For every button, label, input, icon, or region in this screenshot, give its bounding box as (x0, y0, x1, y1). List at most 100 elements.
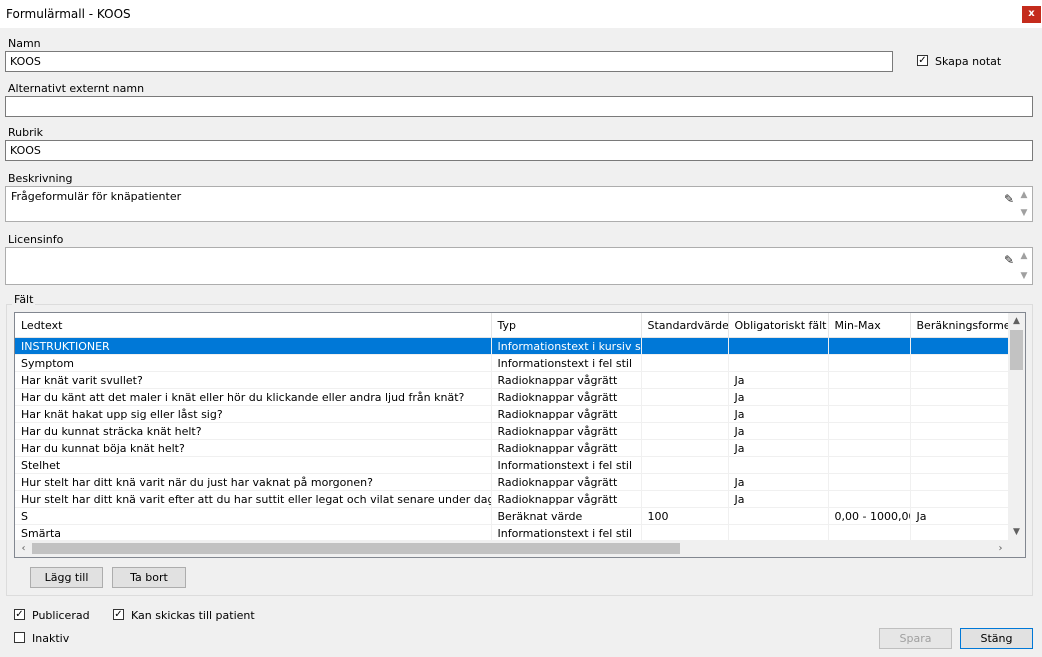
heading-label: Rubrik (8, 126, 44, 139)
cell-ledtext: Hur stelt har ditt knä varit efter att d… (15, 490, 492, 508)
cell-ledtext: Symptom (15, 354, 492, 372)
inactive-checkbox[interactable] (14, 632, 25, 643)
cell-ledtext: INSTRUKTIONER (15, 337, 492, 355)
chevron-up-icon[interactable]: ▲ (1016, 188, 1032, 202)
cell-obligatoriskt: Ja (728, 388, 829, 406)
table-row[interactable]: Har du kunnat böja knät helt? Radioknappa… (15, 439, 1010, 457)
description-scrollbar[interactable]: ▲ ▼ (1016, 187, 1032, 221)
pencil-icon[interactable]: ✎ (1004, 192, 1014, 206)
cell-berakningsformel: Ja (910, 507, 1010, 525)
cell-standardvarde (641, 456, 729, 474)
table-row[interactable]: Har du kunnat sträcka knät helt? Radiokna… (15, 422, 1010, 440)
table-row[interactable]: INSTRUKTIONER Informationstext i kursiv s… (15, 337, 1010, 355)
add-field-button[interactable]: Lägg till (30, 567, 103, 588)
column-header-standardvarde[interactable]: Standardvärde (641, 313, 729, 338)
checkmark-icon: ✓ (918, 55, 927, 66)
name-input[interactable]: KOOS (5, 51, 893, 72)
cell-typ: Informationstext i fel stil (491, 456, 642, 474)
chevron-right-icon[interactable]: › (992, 540, 1009, 557)
license-scrollbar[interactable]: ▲ ▼ (1016, 248, 1032, 284)
cell-min-max (828, 422, 911, 440)
save-button[interactable]: Spara (879, 628, 952, 649)
alt-name-input[interactable] (5, 96, 1033, 117)
create-note-checkbox[interactable]: ✓ (917, 55, 928, 66)
heading-input[interactable]: KOOS (5, 140, 1033, 161)
cell-berakningsformel (910, 439, 1010, 457)
cell-typ: Informationstext i fel stil (491, 354, 642, 372)
close-window-button[interactable]: x (1022, 6, 1041, 23)
scrollbar-thumb[interactable] (1010, 330, 1023, 370)
cell-typ: Radioknappar vågrätt (491, 422, 642, 440)
cell-obligatoriskt (728, 337, 829, 355)
cell-berakningsformel (910, 422, 1010, 440)
cell-typ: Beräknat värde (491, 507, 642, 525)
table-vertical-scrollbar[interactable]: ▲ ▼ (1008, 313, 1025, 540)
table-row[interactable]: Hur stelt har ditt knä varit efter att d… (15, 490, 1010, 508)
cell-ledtext: Stelhet (15, 456, 492, 474)
create-note-label: Skapa notat (935, 55, 1002, 68)
chevron-down-icon[interactable]: ▼ (1016, 269, 1032, 283)
inactive-label: Inaktiv (32, 632, 70, 645)
column-header-berakningsformel[interactable]: Beräkningsformel (910, 313, 1010, 338)
chevron-down-icon[interactable]: ▼ (1016, 206, 1032, 220)
column-header-min-max[interactable]: Min-Max (828, 313, 911, 338)
cell-berakningsformel (910, 337, 1010, 355)
cell-typ: Informationstext i fel stil (491, 524, 642, 542)
cell-obligatoriskt: Ja (728, 439, 829, 457)
table-row[interactable]: Stelhet Informationstext i fel stil (15, 456, 1010, 474)
chevron-down-icon[interactable]: ▼ (1008, 524, 1025, 540)
cell-min-max (828, 354, 911, 372)
column-header-ledtext[interactable]: Ledtext (15, 313, 492, 338)
scrollbar-thumb[interactable] (32, 543, 680, 554)
published-label: Publicerad (32, 609, 90, 622)
cell-min-max (828, 490, 911, 508)
cell-obligatoriskt: Ja (728, 405, 829, 423)
cell-ledtext: Har du kunnat böja knät helt? (15, 439, 492, 457)
cell-ledtext: Har du kunnat sträcka knät helt? (15, 422, 492, 440)
table-row[interactable]: Har knät varit svullet? Radioknappar vågr… (15, 371, 1010, 389)
table-row[interactable]: Har du känt att det maler i knät eller h… (15, 388, 1010, 406)
remove-field-button[interactable]: Ta bort (112, 567, 186, 588)
cell-typ: Radioknappar vågrätt (491, 388, 642, 406)
cell-berakningsformel (910, 388, 1010, 406)
cell-standardvarde (641, 490, 729, 508)
cell-min-max: 0,00 - 1000,00 (828, 507, 911, 525)
cell-ledtext: S (15, 507, 492, 525)
column-header-obligatoriskt[interactable]: Obligatoriskt fält (728, 313, 829, 338)
published-checkbox[interactable]: ✓ (14, 609, 25, 620)
cell-standardvarde (641, 337, 729, 355)
fields-table[interactable]: Ledtext Typ Standardvärde Obligatoriskt … (14, 312, 1026, 558)
description-textarea[interactable]: Frågeformulär för knäpatienter ✎ ▲ ▼ (5, 186, 1033, 222)
fields-group-label: Fält (12, 293, 36, 306)
cell-obligatoriskt (728, 456, 829, 474)
license-textarea[interactable]: ✎ ▲ ▼ (5, 247, 1033, 285)
cell-typ: Radioknappar vågrätt (491, 371, 642, 389)
chevron-up-icon[interactable]: ▲ (1016, 249, 1032, 263)
send-to-patient-checkbox[interactable]: ✓ (113, 609, 124, 620)
table-row[interactable]: Smärta Informationstext i fel stil (15, 524, 1010, 542)
table-row[interactable]: Symptom Informationstext i fel stil (15, 354, 1010, 372)
cell-ledtext: Smärta (15, 524, 492, 542)
cell-ledtext: Har knät varit svullet? (15, 371, 492, 389)
table-horizontal-scrollbar[interactable]: ‹ › (15, 540, 1009, 557)
table-row[interactable]: S Beräknat värde 100 0,00 - 1000,00 Ja (15, 507, 1010, 525)
window-title: Formulärmall - KOOS (6, 7, 131, 21)
table-row[interactable]: Har knät hakat upp sig eller låst sig? Ra… (15, 405, 1010, 423)
cell-berakningsformel (910, 524, 1010, 542)
cell-standardvarde (641, 524, 729, 542)
cell-min-max (828, 405, 911, 423)
table-row[interactable]: Hur stelt har ditt knä varit när du just… (15, 473, 1010, 491)
cell-berakningsformel (910, 490, 1010, 508)
cell-typ: Radioknappar vågrätt (491, 439, 642, 457)
cell-standardvarde: 100 (641, 507, 729, 525)
cell-obligatoriskt: Ja (728, 422, 829, 440)
chevron-up-icon[interactable]: ▲ (1008, 313, 1025, 329)
cell-obligatoriskt: Ja (728, 371, 829, 389)
column-header-typ[interactable]: Typ (491, 313, 642, 338)
chevron-left-icon[interactable]: ‹ (15, 540, 32, 557)
pencil-icon[interactable]: ✎ (1004, 253, 1014, 267)
cell-standardvarde (641, 422, 729, 440)
close-button[interactable]: Stäng (960, 628, 1033, 649)
cell-ledtext: Har knät hakat upp sig eller låst sig? (15, 405, 492, 423)
description-label: Beskrivning (8, 172, 73, 185)
